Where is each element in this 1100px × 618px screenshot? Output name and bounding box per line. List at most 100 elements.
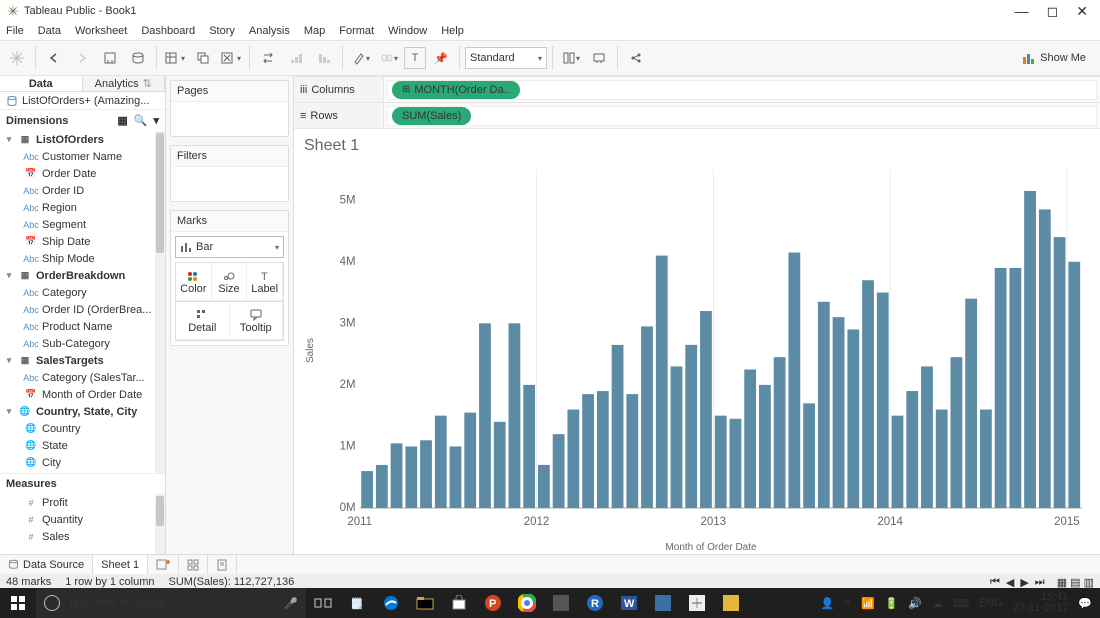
tooltip-shelf[interactable]: Tooltip	[230, 302, 284, 340]
sort-desc-button[interactable]	[311, 45, 337, 71]
wifi-icon[interactable]: 📶	[861, 597, 875, 610]
menu-data[interactable]: Data	[38, 25, 61, 37]
notifications-icon[interactable]: 💬	[1078, 597, 1092, 610]
menu-format[interactable]: Format	[339, 25, 374, 37]
menu-window[interactable]: Window	[388, 25, 427, 37]
presentation-button[interactable]	[586, 45, 612, 71]
measure-row[interactable]: #Quantity	[0, 511, 165, 528]
tab-data[interactable]: Data	[0, 76, 83, 91]
columns-shelf[interactable]: iiiColumns ⊞MONTH(Order Da..	[294, 76, 1100, 102]
filters-card[interactable]: Filters	[170, 145, 289, 202]
show-me-button[interactable]: Show Me	[1022, 51, 1096, 65]
highlight-button[interactable]: ▾	[348, 45, 374, 71]
labels-button[interactable]: T	[404, 47, 426, 69]
sort-asc-button[interactable]	[283, 45, 309, 71]
tableau-app-icon[interactable]	[680, 588, 714, 618]
columns-pill[interactable]: ⊞MONTH(Order Da..	[392, 81, 520, 99]
volume-icon[interactable]: 🔊	[908, 597, 922, 610]
clock[interactable]: 15:41 27-11-2017	[1013, 592, 1068, 614]
app-yellow-icon[interactable]	[714, 588, 748, 618]
onedrive-icon[interactable]: ☁	[932, 597, 943, 610]
field-row[interactable]: AbcOrder ID (OrderBrea...	[0, 301, 165, 318]
rows-pill[interactable]: SUM(Sales)	[392, 107, 471, 125]
menu-help[interactable]: Help	[441, 25, 464, 37]
field-row[interactable]: AbcCategory (SalesTar...	[0, 369, 165, 386]
edge-icon[interactable]	[374, 588, 408, 618]
people-icon[interactable]: 👤	[821, 597, 835, 610]
field-row[interactable]: AbcShip Mode	[0, 250, 165, 267]
size-shelf[interactable]: Size	[212, 263, 248, 301]
menu-story[interactable]: Story	[209, 25, 235, 37]
store-icon[interactable]	[442, 588, 476, 618]
chart-plot[interactable]: 0M1M2M3M4M5M20112012201320142015	[318, 161, 1090, 540]
field-row[interactable]: AbcCustomer Name	[0, 148, 165, 165]
share-button[interactable]	[623, 45, 649, 71]
task-view-icon[interactable]	[306, 588, 340, 618]
field-row[interactable]: AbcRegion	[0, 199, 165, 216]
table-row[interactable]: ▾🌐Country, State, City	[0, 403, 165, 420]
rows-shelf[interactable]: ≡Rows SUM(Sales)	[294, 102, 1100, 128]
word-icon[interactable]: W	[612, 588, 646, 618]
taskbar-search[interactable]: Type here to search 🎤	[36, 588, 306, 618]
new-story-tab[interactable]	[208, 555, 237, 574]
scrollbar[interactable]	[155, 131, 165, 473]
label-shelf[interactable]: TLabel	[247, 263, 283, 301]
battery-icon[interactable]: 🔋	[885, 597, 899, 610]
detail-shelf[interactable]: Detail	[176, 302, 230, 340]
pages-card[interactable]: Pages	[170, 80, 289, 137]
field-row[interactable]: 📅Order Date	[0, 165, 165, 182]
field-row[interactable]: 🌐City	[0, 454, 165, 471]
sheet-title[interactable]: Sheet 1	[302, 135, 1090, 161]
table-row[interactable]: ▾▦ListOfOrders	[0, 131, 165, 148]
datasource-row[interactable]: ListOfOrders+ (Amazing...	[0, 92, 165, 109]
new-datasource-button[interactable]	[125, 45, 151, 71]
color-shelf[interactable]: Color	[176, 263, 212, 301]
new-worksheet-tab[interactable]	[148, 555, 179, 574]
clear-button[interactable]: ▾	[218, 45, 244, 71]
menu-icon[interactable]: ▾	[153, 114, 159, 127]
view-grid-icon[interactable]: ▦	[117, 114, 127, 127]
menu-map[interactable]: Map	[304, 25, 325, 37]
cards-button[interactable]: ▾	[558, 45, 584, 71]
field-row[interactable]: 📅Month of Order Date	[0, 386, 165, 403]
field-row[interactable]: AbcOrder ID	[0, 182, 165, 199]
measure-row[interactable]: #Sales	[0, 528, 165, 545]
connect-icon[interactable]	[4, 45, 30, 71]
pin-button[interactable]: 📌	[428, 45, 454, 71]
duplicate-button[interactable]	[190, 45, 216, 71]
explorer-icon[interactable]	[408, 588, 442, 618]
app-generic-icon[interactable]	[544, 588, 578, 618]
nav-controls[interactable]: ⏮◀▶⏭▦ ▤ ▥	[990, 576, 1094, 589]
tray-chevron-icon[interactable]: ˄	[845, 597, 851, 609]
chrome-icon[interactable]	[510, 588, 544, 618]
sticky-notes-icon[interactable]: 🗒️	[340, 588, 374, 618]
field-row[interactable]: 🌐State	[0, 437, 165, 454]
menu-dashboard[interactable]: Dashboard	[141, 25, 195, 37]
measure-row[interactable]: #Profit	[0, 494, 165, 511]
data-source-tab[interactable]: Data Source	[0, 555, 93, 574]
mark-type-dropdown[interactable]: Bar▾	[175, 236, 284, 258]
field-row[interactable]: AbcProduct Name	[0, 318, 165, 335]
menu-analysis[interactable]: Analysis	[249, 25, 290, 37]
table-row[interactable]: ▾▦OrderBreakdown	[0, 267, 165, 284]
menu-worksheet[interactable]: Worksheet	[75, 25, 127, 37]
save-button[interactable]	[97, 45, 123, 71]
new-dashboard-tab[interactable]	[179, 555, 208, 574]
scrollbar[interactable]	[155, 494, 165, 554]
field-row[interactable]: AbcCategory	[0, 284, 165, 301]
undo-button[interactable]	[41, 45, 67, 71]
keyboard-icon[interactable]: ⌨	[953, 597, 969, 610]
new-worksheet-button[interactable]: ▾	[162, 45, 188, 71]
field-row[interactable]: 🌐Country	[0, 420, 165, 437]
field-row[interactable]: 📅Ship Date	[0, 233, 165, 250]
powerpoint-icon[interactable]: P	[476, 588, 510, 618]
search-icon[interactable]: 🔍	[134, 114, 148, 127]
close-button[interactable]: ✕	[1076, 3, 1088, 20]
tab-analytics[interactable]: Analytics⇅	[83, 76, 166, 91]
r-icon[interactable]: R	[578, 588, 612, 618]
mic-icon[interactable]: 🎤	[284, 597, 298, 610]
swap-button[interactable]	[255, 45, 281, 71]
menu-file[interactable]: File	[6, 25, 24, 37]
minimize-button[interactable]: —	[1015, 3, 1029, 20]
group-button[interactable]: ▾	[376, 45, 402, 71]
